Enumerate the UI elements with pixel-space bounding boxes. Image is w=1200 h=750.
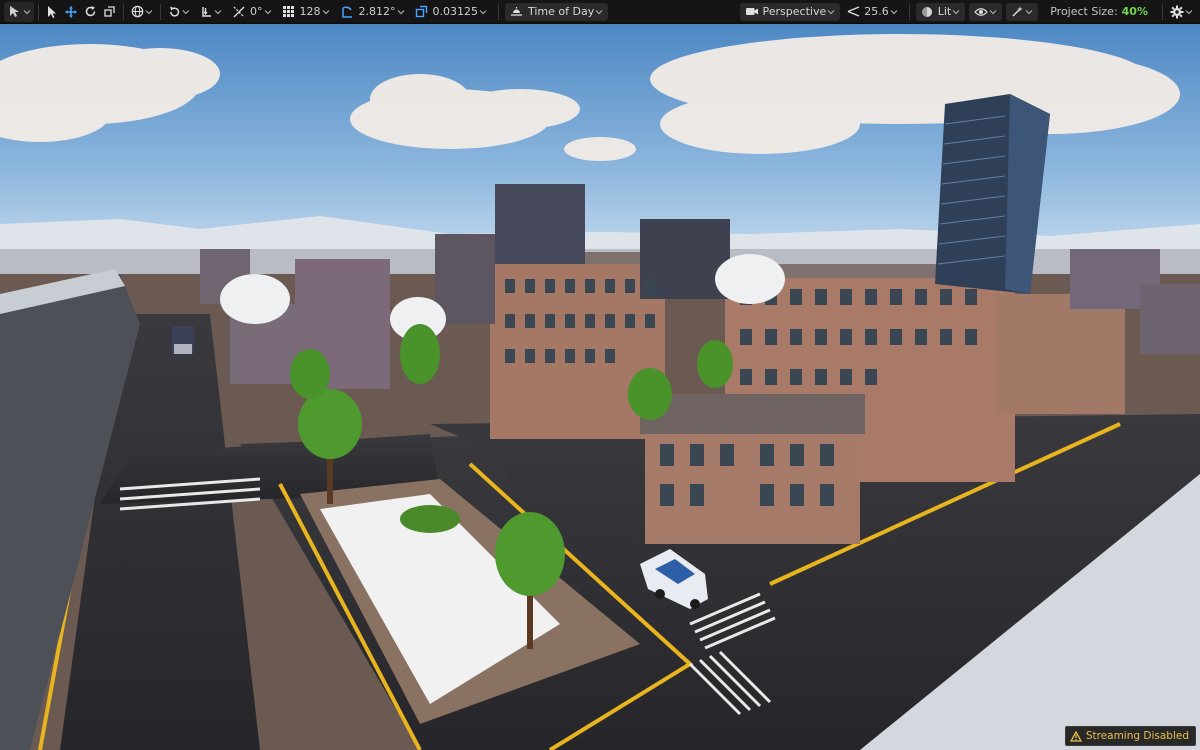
city-scene [0, 24, 1200, 750]
bus [172, 326, 194, 354]
rotate-tool-button[interactable] [81, 2, 100, 22]
chevron-down-icon [479, 9, 487, 14]
warning-icon [1069, 730, 1082, 742]
project-size-label: Project Size: [1050, 5, 1118, 18]
chevron-down-icon [23, 9, 30, 14]
scale-snap-value: 0.03125 [432, 5, 479, 18]
chevron-down-icon [989, 9, 997, 14]
lit-icon [921, 6, 932, 17]
chevron-down-icon [264, 9, 271, 14]
surface-snap-toggle[interactable] [197, 2, 225, 22]
chevron-down-icon [595, 9, 603, 14]
chevron-down-icon [827, 9, 835, 14]
view-mode-button[interactable]: Perspective [739, 2, 841, 21]
chevron-down-icon [145, 9, 153, 14]
chevron-down-icon [952, 9, 960, 14]
separator [1162, 3, 1163, 20]
show-menu-button[interactable] [969, 2, 1003, 21]
select-mode-button[interactable] [4, 1, 34, 22]
grid-snap-button[interactable]: 128 [279, 2, 333, 22]
separator [38, 3, 39, 20]
pointer-icon [48, 5, 56, 18]
separator [498, 3, 499, 20]
camera-icon [745, 8, 758, 15]
show-flags-button[interactable] [1006, 2, 1039, 21]
scale-tool-button[interactable] [100, 2, 119, 22]
refresh-icon [169, 6, 180, 17]
select-mode-icon [9, 5, 19, 17]
chevron-down-icon [397, 9, 404, 14]
chevron-down-icon [1185, 9, 1193, 14]
fov-icon [847, 6, 860, 17]
viewport-settings-button[interactable] [1167, 2, 1196, 22]
chevron-down-icon [182, 9, 190, 14]
grid-icon [282, 6, 294, 17]
select-tool-button[interactable] [43, 2, 61, 22]
chevron-down-icon [1025, 9, 1033, 14]
settings-icon [1170, 5, 1184, 18]
scale-snap-icon [415, 5, 427, 18]
level-viewport[interactable]: Streaming Disabled [0, 24, 1200, 750]
world-icon [131, 5, 144, 18]
rotation-snap-button[interactable]: 2.812° [337, 2, 408, 22]
view-mode-label: Perspective [762, 5, 827, 18]
scale-icon [104, 6, 115, 17]
angle-icon [233, 6, 245, 17]
rotation-snap-value: 2.812° [358, 5, 396, 18]
rotation-snap-icon [341, 6, 352, 18]
rotate-icon [85, 6, 96, 17]
skyscraper [935, 94, 1050, 294]
scale-snap-button[interactable]: 0.03125 [412, 2, 491, 22]
separator [160, 3, 161, 20]
surface-snap-value: 0° [250, 5, 263, 18]
coordinate-system-button[interactable] [128, 2, 156, 22]
streaming-status-label: Streaming Disabled [1085, 730, 1189, 742]
move-tool-button[interactable] [61, 2, 81, 22]
time-of-day-button[interactable]: Time of Day [505, 2, 609, 21]
time-of-day-label: Time of Day [528, 5, 595, 18]
time-of-day-icon [511, 7, 522, 16]
lit-label: Lit [937, 5, 952, 18]
show-flags-icon [1012, 6, 1024, 17]
separator [123, 3, 124, 20]
fov-value: 25.6 [864, 5, 889, 18]
chevron-down-icon [214, 9, 222, 14]
move-icon [65, 5, 77, 18]
angle-snap-button[interactable]: 0° [229, 2, 275, 22]
surface-snap-icon [202, 7, 211, 17]
lit-mode-button[interactable]: Lit [915, 2, 966, 21]
snap-rotation-toggle[interactable] [165, 2, 193, 22]
project-size-value: 40% [1121, 5, 1148, 18]
eye-icon [974, 7, 989, 16]
grid-snap-value: 128 [299, 5, 321, 18]
streaming-status: Streaming Disabled [1064, 726, 1196, 746]
fov-button[interactable]: 25.6 [844, 2, 901, 22]
viewport-toolbar: 0° 128 2.812° 0.03125 Time of Day Perspe… [0, 0, 1200, 24]
chevron-down-icon [322, 9, 329, 14]
separator [908, 3, 910, 20]
chevron-down-icon [890, 9, 898, 14]
